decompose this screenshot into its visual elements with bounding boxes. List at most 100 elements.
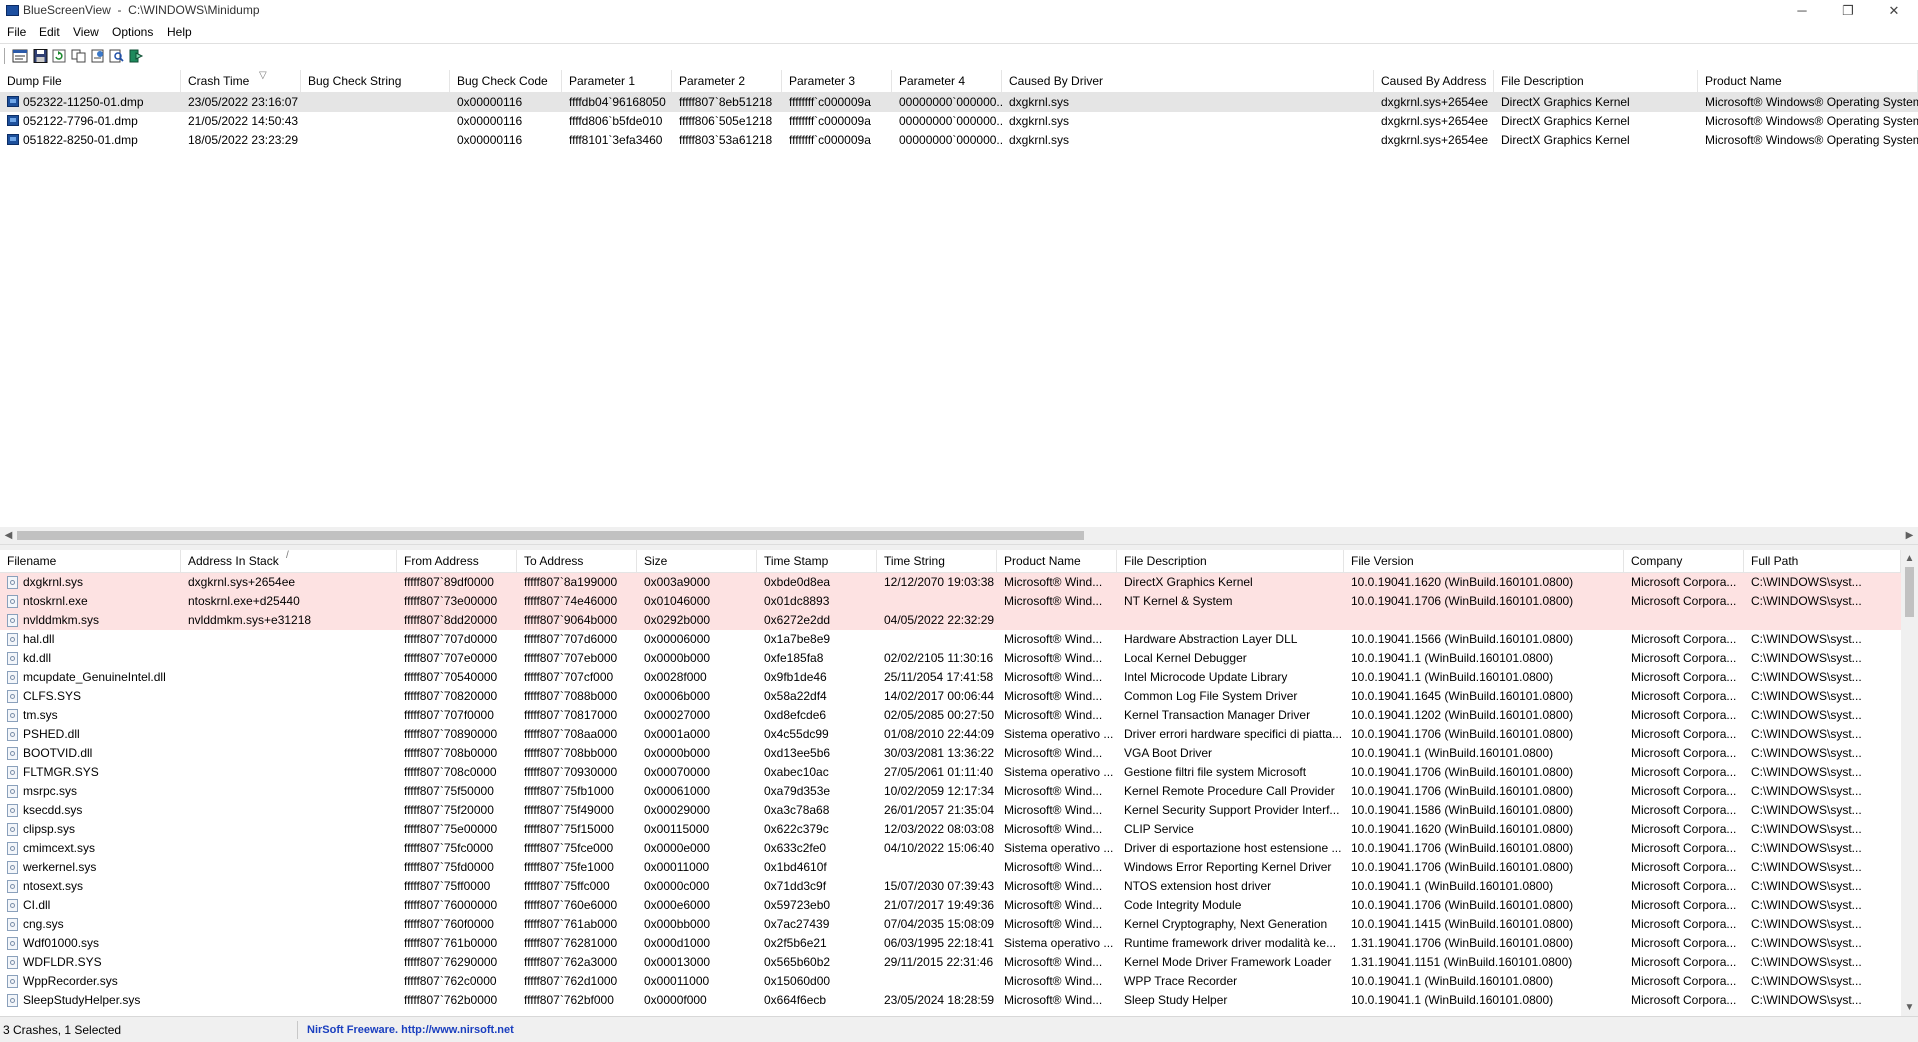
table-cell: 0x71dd3c9f	[764, 879, 827, 893]
save-icon[interactable]	[33, 49, 49, 63]
table-cell: 0x00000116	[457, 133, 523, 147]
table-row[interactable]: BOOTVID.dll fffff807`708b0000 fffff807`708…	[0, 744, 1901, 763]
column-header[interactable]: File Description	[1117, 550, 1344, 572]
table-cell: 01/08/2010 22:44:09	[884, 727, 995, 741]
restore-button[interactable]: ❐	[1826, 0, 1870, 22]
column-header[interactable]: Parameter 3	[782, 70, 892, 92]
scroll-right-arrow-icon[interactable]: ▶	[1901, 527, 1918, 544]
column-header[interactable]: Time Stamp	[757, 550, 877, 572]
table-cell: 0x000d1000	[644, 936, 711, 950]
table-row[interactable]: CI.dll fffff807`76000000 fffff807`760e6000…	[0, 896, 1901, 915]
column-header[interactable]: Filename	[0, 550, 181, 572]
table-row[interactable]: 052322-11250-01.dmp 23/05/2022 23:16:07 0x…	[0, 93, 1918, 112]
table-cell: 29/11/2015 22:31:46	[884, 955, 994, 969]
column-header[interactable]: Product Name	[997, 550, 1117, 572]
column-header[interactable]: File Version	[1344, 550, 1624, 572]
table-cell	[877, 858, 997, 877]
column-header[interactable]: File Description	[1494, 70, 1698, 92]
column-header[interactable]: Bug Check Code	[450, 70, 562, 92]
table-cell: fffff807`75fe1000	[524, 860, 614, 874]
table-cell: cng.sys	[23, 917, 64, 931]
crash-list-header: Dump File Crash Time ▽ Bug Check String Bug …	[0, 70, 1918, 93]
minimize-button[interactable]: ─	[1780, 0, 1824, 22]
menu-edit[interactable]: Edit	[39, 25, 60, 39]
crash-list[interactable]: Dump File Crash Time ▽ Bug Check String Bug …	[0, 70, 1918, 527]
column-header[interactable]: From Address	[397, 550, 517, 572]
column-header[interactable]: Company	[1624, 550, 1744, 572]
table-row[interactable]: SleepStudyHelper.sys fffff807`762b0000 fff…	[0, 991, 1901, 1010]
column-header[interactable]: Size	[637, 550, 757, 572]
table-cell: 0x59723eb0	[764, 898, 831, 912]
table-row[interactable]: FLTMGR.SYS fffff807`708c0000 fffff807`7093…	[0, 763, 1901, 782]
table-row[interactable]: ksecdd.sys fffff807`75f20000 fffff807`75f4…	[0, 801, 1901, 820]
table-cell: fffff807`75e00000	[404, 822, 498, 836]
table-cell: 12/12/2070 19:03:38	[884, 575, 995, 589]
column-header[interactable]: Time String	[877, 550, 997, 572]
table-row[interactable]: clipsp.sys fffff807`75e00000 fffff807`75f1…	[0, 820, 1901, 839]
column-header[interactable]: Parameter 2	[672, 70, 782, 92]
column-header[interactable]: Dump File	[0, 70, 181, 92]
column-header[interactable]: Full Path	[1744, 550, 1901, 572]
table-cell: Microsoft® Wind...	[1004, 689, 1103, 703]
menu-options[interactable]: Options	[112, 25, 153, 39]
table-row[interactable]: cng.sys fffff807`760f0000 fffff807`761ab00…	[0, 915, 1901, 934]
column-header[interactable]: Caused By Address	[1374, 70, 1494, 92]
table-row[interactable]: CLFS.SYS fffff807`70820000 fffff807`7088b0…	[0, 687, 1901, 706]
table-cell: ntoskrnl.exe+d25440	[188, 594, 300, 608]
table-row[interactable]: dxgkrnl.sys dxgkrnl.sys+2654ee fffff807`89…	[0, 573, 1901, 592]
table-row[interactable]: ntosext.sys fffff807`75ff0000 fffff807`75f…	[0, 877, 1901, 896]
scroll-up-arrow-icon[interactable]: ▲	[1901, 550, 1918, 567]
table-cell: fffff807`76281000	[524, 936, 618, 950]
find-icon[interactable]	[109, 49, 125, 63]
column-header[interactable]: Caused By Driver	[1002, 70, 1374, 92]
table-row[interactable]: msrpc.sys fffff807`75f50000 fffff807`75fb1…	[0, 782, 1901, 801]
table-row[interactable]: tm.sys fffff807`707f0000 fffff807`70817000…	[0, 706, 1901, 725]
table-cell	[1624, 611, 1744, 630]
table-cell: Microsoft Corpora...	[1631, 651, 1737, 665]
table-cell: 04/05/2022 22:32:29	[884, 613, 995, 627]
table-row[interactable]: werkernel.sys fffff807`75fd0000 fffff807`7…	[0, 858, 1901, 877]
table-row[interactable]: mcupdate_GenuineIntel.dll fffff807`705400…	[0, 668, 1901, 687]
table-row[interactable]: ntoskrnl.exe ntoskrnl.exe+d25440 fffff807`…	[0, 592, 1901, 611]
scroll-down-arrow-icon[interactable]: ▼	[1901, 999, 1918, 1016]
menu-help[interactable]: Help	[167, 25, 192, 39]
copy-icon[interactable]	[71, 49, 87, 63]
vscroll-thumb[interactable]	[1905, 567, 1914, 617]
table-row[interactable]: WppRecorder.sys fffff807`762c0000 fffff807…	[0, 972, 1901, 991]
column-header[interactable]: Product Name	[1698, 70, 1918, 92]
close-button[interactable]: ✕	[1872, 0, 1916, 22]
table-cell: 0x15060d00	[764, 974, 831, 988]
table-row[interactable]: cmimcext.sys fffff807`75fc0000 fffff807`75…	[0, 839, 1901, 858]
column-header[interactable]: To Address	[517, 550, 637, 572]
driver-list[interactable]: Filename Address In Stack / From Address To …	[0, 550, 1901, 1016]
exit-icon[interactable]	[128, 49, 144, 63]
scroll-left-arrow-icon[interactable]: ◀	[0, 527, 17, 544]
menu-view[interactable]: View	[73, 25, 99, 39]
table-cell: 10.0.19041.1 (WinBuild.160101.0800)	[1351, 651, 1554, 665]
html-report-icon[interactable]	[90, 49, 106, 63]
properties-icon[interactable]	[12, 49, 28, 63]
table-row[interactable]: hal.dll fffff807`707d0000 fffff807`707d600…	[0, 630, 1901, 649]
hscroll-thumb[interactable]	[17, 531, 1084, 540]
driver-list-vscrollbar[interactable]: ▲ ▼	[1901, 550, 1918, 1016]
table-row[interactable]: kd.dll fffff807`707e0000 fffff807`707eb000…	[0, 649, 1901, 668]
table-cell: C:\WINDOWS\syst...	[1751, 594, 1862, 608]
column-header[interactable]: Parameter 4	[892, 70, 1002, 92]
table-row[interactable]: nvlddmkm.sys nvlddmkm.sys+e31218 fffff807`…	[0, 611, 1901, 630]
column-header[interactable]: Bug Check String	[301, 70, 450, 92]
nirsoft-link[interactable]: NirSoft Freeware. http://www.nirsoft.net	[307, 1021, 514, 1039]
crash-list-hscrollbar[interactable]: ◀ ▶	[0, 527, 1918, 544]
table-row[interactable]: 051822-8250-01.dmp 18/05/2022 23:23:29 0x0…	[0, 131, 1918, 150]
column-header[interactable]: Parameter 1	[562, 70, 672, 92]
table-cell: Local Kernel Debugger	[1124, 651, 1247, 665]
table-row[interactable]: 052122-7796-01.dmp 21/05/2022 14:50:43 0x0…	[0, 112, 1918, 131]
menu-file[interactable]: File	[7, 25, 26, 39]
table-row[interactable]: Wdf01000.sys fffff807`761b0000 fffff807`76…	[0, 934, 1901, 953]
column-header[interactable]: Crash Time	[181, 70, 301, 92]
refresh-icon[interactable]	[52, 49, 68, 63]
table-cell: Microsoft Corpora...	[1631, 784, 1737, 798]
table-row[interactable]: WDFLDR.SYS fffff807`76290000 fffff807`762a…	[0, 953, 1901, 972]
column-header[interactable]: Address In Stack	[181, 550, 397, 572]
table-cell	[1744, 611, 1901, 630]
table-row[interactable]: PSHED.dll fffff807`70890000 fffff807`708aa…	[0, 725, 1901, 744]
